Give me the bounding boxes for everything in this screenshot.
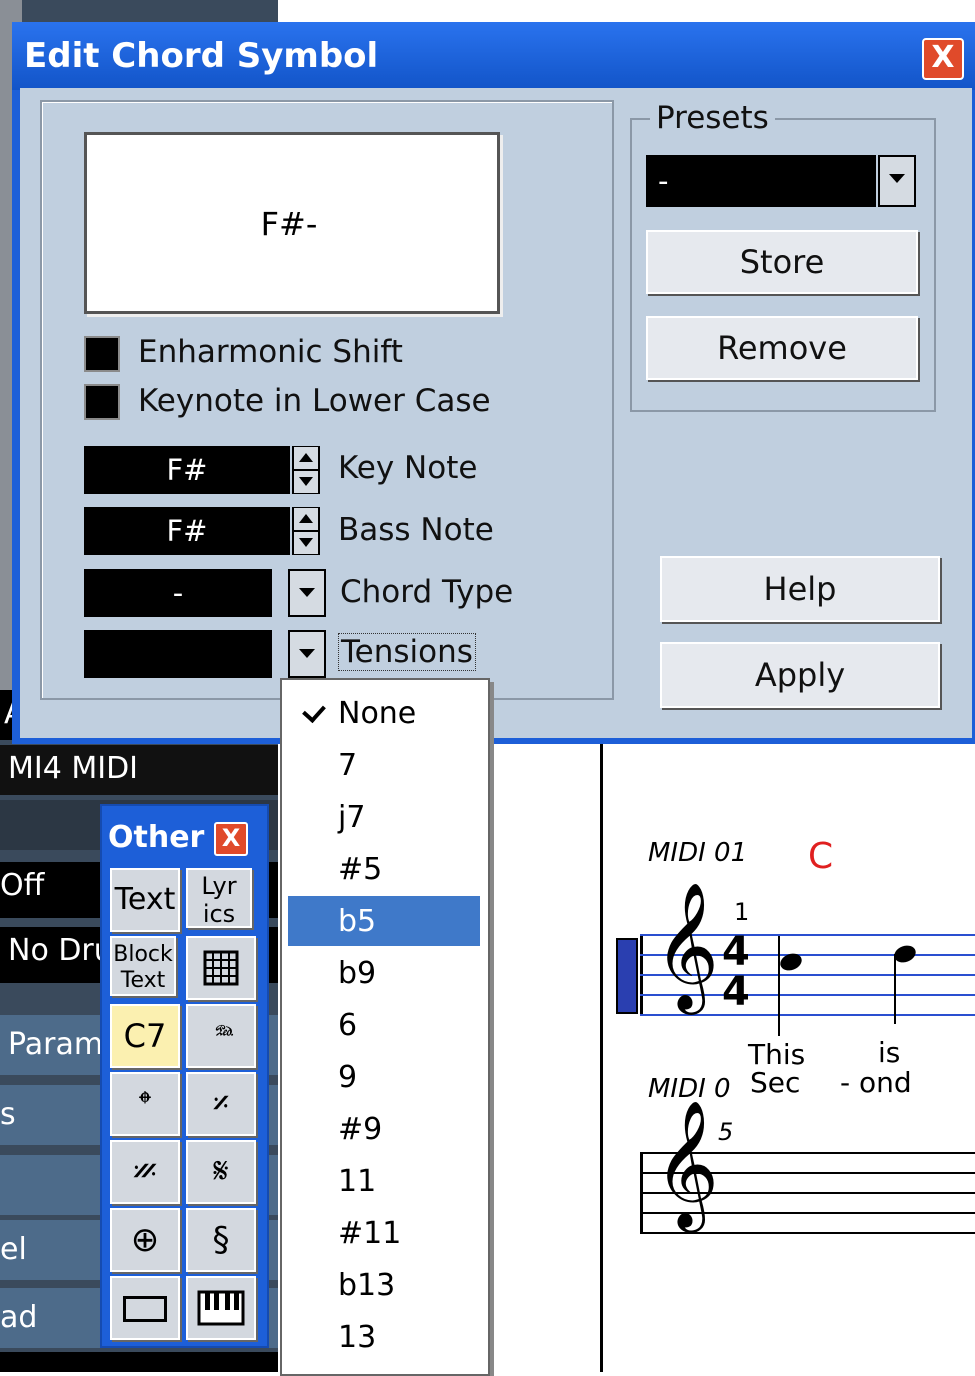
lowercase-keynote-label: Keynote in Lower Case bbox=[138, 383, 491, 419]
rectangle-shape bbox=[123, 1296, 167, 1322]
bass-note-spinner[interactable] bbox=[292, 507, 320, 555]
spin-down-icon[interactable] bbox=[294, 471, 318, 493]
bar-number-5: 5 bbox=[718, 1118, 734, 1146]
tensions-label: Tensions bbox=[338, 633, 476, 671]
menu-item-b5[interactable]: b5 bbox=[288, 896, 480, 946]
lowercase-keynote-checkbox[interactable] bbox=[84, 384, 120, 420]
ad-label: ad bbox=[0, 1300, 38, 1335]
remove-button[interactable]: Remove bbox=[646, 316, 918, 380]
menu-item-13[interactable]: 13 bbox=[288, 1312, 480, 1362]
dialog-title: Edit Chord Symbol bbox=[24, 36, 379, 76]
menu-item-none[interactable]: None bbox=[288, 688, 480, 738]
note-stem bbox=[778, 936, 780, 1036]
block-text-tool-button[interactable]: Block Text bbox=[110, 936, 176, 996]
chord-preview-text: F#- bbox=[260, 205, 318, 243]
no-drum-label: No Dru bbox=[8, 933, 113, 968]
help-button[interactable]: Help bbox=[660, 556, 940, 622]
frame-icon[interactable] bbox=[110, 1276, 180, 1340]
chevron-down-icon[interactable] bbox=[288, 630, 326, 678]
score-editor[interactable] bbox=[488, 740, 975, 1372]
close-icon[interactable]: X bbox=[214, 822, 248, 856]
menu-item-sharp5[interactable]: #5 bbox=[288, 844, 480, 894]
close-icon[interactable]: X bbox=[922, 38, 964, 80]
coda-icon[interactable]: 𝄌 bbox=[110, 1072, 180, 1136]
bass-note-label: Bass Note bbox=[338, 512, 494, 548]
enharmonic-shift-checkbox[interactable] bbox=[84, 336, 120, 372]
lyrics-tool-button[interactable]: Lyr ics bbox=[186, 868, 252, 928]
lyric-word: is bbox=[878, 1036, 901, 1069]
text-tool-button[interactable]: Text bbox=[110, 868, 180, 932]
keyboard-icon[interactable] bbox=[186, 1276, 256, 1340]
other-palette-title: Other bbox=[108, 820, 205, 855]
menu-item-7[interactable]: 7 bbox=[288, 740, 480, 790]
bass-note-field[interactable]: F# bbox=[84, 507, 290, 555]
key-note-label: Key Note bbox=[338, 450, 478, 486]
checkmark-icon bbox=[302, 698, 326, 724]
chord-symbol-c[interactable]: C bbox=[808, 836, 833, 877]
time-sig-bottom: 4 bbox=[722, 969, 750, 1015]
menu-item-b9[interactable]: b9 bbox=[288, 948, 480, 998]
midi-label: MI4 MIDI bbox=[8, 751, 139, 786]
param-label: Param bbox=[8, 1027, 104, 1062]
spin-down-icon[interactable] bbox=[294, 532, 318, 554]
menu-item-6[interactable]: 6 bbox=[288, 1000, 480, 1050]
tensions-field[interactable] bbox=[84, 630, 272, 678]
key-note-spinner[interactable] bbox=[292, 446, 320, 494]
menu-item-sharp9[interactable]: #9 bbox=[288, 1104, 480, 1154]
treble-clef-icon: 𝄞 bbox=[654, 881, 720, 1009]
chord-type-label: Chord Type bbox=[340, 574, 514, 610]
repeat-two-bars-icon[interactable]: 𝄏 bbox=[110, 1140, 180, 1204]
menu-item-j7[interactable]: j7 bbox=[288, 792, 480, 842]
track1-name: MIDI 01 bbox=[648, 838, 748, 868]
off-label: Off bbox=[0, 868, 45, 903]
chord-symbol-tool-button[interactable]: C7 bbox=[110, 1004, 180, 1068]
spin-up-icon[interactable] bbox=[294, 447, 318, 469]
repeat-bar-icon[interactable]: 𝄎 bbox=[186, 1072, 256, 1136]
store-button[interactable]: Store bbox=[646, 230, 918, 294]
enharmonic-shift-label: Enharmonic Shift bbox=[138, 334, 403, 370]
staff-cursor bbox=[616, 938, 638, 1014]
piano-keys-icon bbox=[197, 1290, 245, 1326]
presets-label: Presets bbox=[650, 100, 775, 136]
segno-icon[interactable]: 𝄋 bbox=[186, 1140, 256, 1204]
lyric-word: Sec bbox=[750, 1066, 801, 1099]
score-divider bbox=[600, 740, 603, 1372]
menu-item-b13[interactable]: b13 bbox=[288, 1260, 480, 1310]
note-stem bbox=[894, 954, 896, 1024]
spin-up-icon[interactable] bbox=[294, 508, 318, 530]
menu-item-9[interactable]: 9 bbox=[288, 1052, 480, 1102]
el-label: el bbox=[0, 1232, 27, 1267]
staff-line bbox=[640, 1232, 975, 1234]
lyric-word: - ond bbox=[840, 1066, 912, 1099]
pedal-icon[interactable]: 𝆮 bbox=[186, 1004, 256, 1068]
chord-grid-icon bbox=[203, 950, 239, 986]
time-sig-top: 4 bbox=[722, 929, 750, 975]
menu-item-11[interactable]: 11 bbox=[288, 1156, 480, 1206]
key-note-field[interactable]: F# bbox=[84, 446, 290, 494]
background-midi-row[interactable]: MI4 MIDI bbox=[0, 745, 278, 795]
tremolo-icon[interactable]: § bbox=[186, 1208, 256, 1272]
s-label: s bbox=[0, 1097, 16, 1132]
menu-item-sharp11[interactable]: #11 bbox=[288, 1208, 480, 1258]
background-bottom-row bbox=[0, 1352, 278, 1372]
chevron-down-icon[interactable] bbox=[878, 155, 916, 207]
apply-button[interactable]: Apply bbox=[660, 642, 940, 708]
coda-sign-icon[interactable]: ⊕ bbox=[110, 1208, 180, 1272]
bar-number-1: 1 bbox=[734, 898, 750, 926]
chevron-down-icon[interactable] bbox=[288, 569, 326, 617]
chord-type-field[interactable]: - bbox=[84, 569, 272, 617]
presets-select[interactable]: - bbox=[646, 155, 876, 207]
chord-grid-tool-button[interactable] bbox=[186, 936, 256, 1000]
staff-line bbox=[640, 1014, 975, 1016]
treble-clef-icon: 𝄞 bbox=[654, 1099, 720, 1227]
